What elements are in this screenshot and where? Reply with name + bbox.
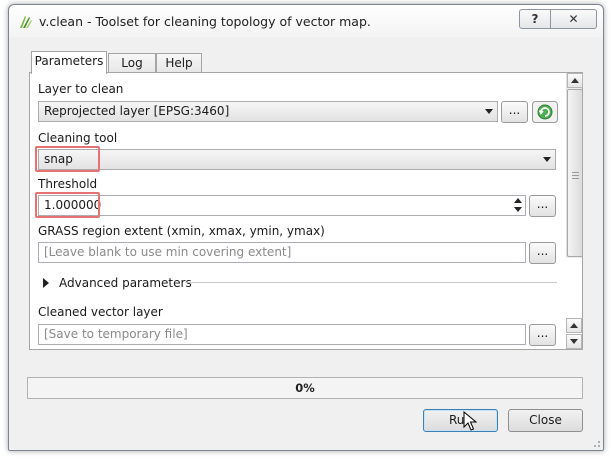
app-icon [20,16,32,28]
progress-text: 0% [295,381,315,395]
grip-line [572,175,579,176]
mouse-pointer-icon [463,411,477,431]
window-close-button[interactable]: ✕ [551,9,597,29]
resize-grip-icon[interactable] [591,438,601,448]
arrow-down-icon [570,339,578,344]
threshold-highlight-box [35,192,100,218]
output-label: Cleaned vector layer [38,305,163,319]
advanced-parameters-toggle[interactable]: Advanced parameters [59,276,192,290]
arrow-up-icon [571,78,579,83]
spin-up-icon[interactable] [514,198,522,203]
region-placeholder: [Leave blank to use min covering extent] [44,245,292,259]
grip-line [572,178,579,179]
scrollbar-upper[interactable] [566,73,583,258]
tool-label: Cleaning tool [38,131,118,145]
threshold-label: Threshold [38,177,98,191]
chevron-down-icon [543,157,551,162]
region-browse-button[interactable]: ... [529,242,556,264]
cleaning-tool-select[interactable]: snap [38,149,556,170]
output-layer-input[interactable]: [Save to temporary file] [38,324,526,345]
dialog-window: v.clean - Toolset for cleaning topology … [8,4,604,451]
parameters-panel: Layer to clean Reprojected layer [EPSG:3… [29,72,583,350]
progress-bar: 0% [27,377,583,399]
advanced-divider [185,282,557,283]
close-button[interactable]: Close [508,409,583,432]
tool-highlight-box [35,146,100,172]
grip-line [572,172,579,173]
scroll-up-button-lower[interactable] [566,318,582,333]
window-title: v.clean - Toolset for cleaning topology … [39,14,371,29]
title-bar: v.clean - Toolset for cleaning topology … [9,5,603,37]
region-extent-input[interactable]: [Leave blank to use min covering extent] [38,242,526,263]
scroll-up-button[interactable] [567,73,583,88]
layer-select-value: Reprojected layer [EPSG:3460] [44,104,230,118]
scroll-thumb[interactable] [567,89,583,257]
scroll-down-button[interactable] [566,334,582,349]
chevron-down-icon [485,109,493,114]
region-label: GRASS region extent (xmin, xmax, ymin, y… [38,224,325,238]
output-placeholder: [Save to temporary file] [44,327,188,341]
tab-parameters[interactable]: Parameters [31,51,107,74]
scrollbar-lower[interactable] [566,318,582,349]
spin-down-icon[interactable] [514,207,522,212]
run-button[interactable]: Run [423,409,498,432]
layer-select[interactable]: Reprojected layer [EPSG:3460] [38,101,498,122]
iterate-icon[interactable] [532,101,558,123]
threshold-spinner[interactable] [511,196,525,215]
help-button[interactable]: ? [519,9,551,29]
threshold-input[interactable]: 1.000000 [38,195,526,216]
output-browse-button[interactable]: ... [529,324,556,346]
tab-help[interactable]: Help [156,53,202,73]
threshold-browse-button[interactable]: ... [529,195,556,217]
tab-log[interactable]: Log [108,53,156,73]
layer-label: Layer to clean [38,82,124,96]
layer-browse-button[interactable]: ... [501,101,528,123]
arrow-up-icon [570,323,578,328]
expand-arrow-icon[interactable] [43,278,49,288]
